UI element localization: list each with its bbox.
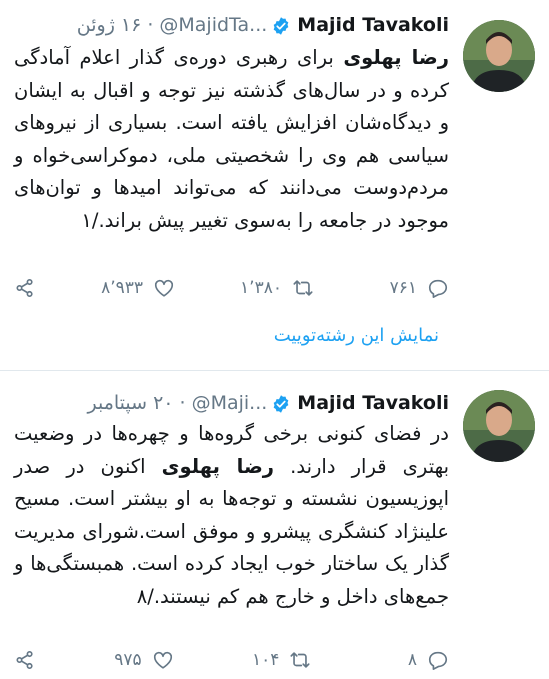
- share-icon: [16, 651, 33, 669]
- mention-name: رضا پهلوی: [343, 46, 449, 69]
- tweet-text: رضا پهلوی برای رهبری دوره‌ی گذار اعلام آ…: [14, 42, 449, 238]
- share-icon: [16, 279, 33, 297]
- header-separator: ·: [147, 14, 154, 36]
- show-thread-link[interactable]: نمایش این رشته‌توییت: [274, 325, 439, 346]
- reply-bubble-icon: [428, 279, 448, 298]
- retweet-button[interactable]: ۱٬۳۸۰: [240, 277, 314, 299]
- retweet-arrows-icon: [290, 652, 310, 668]
- avatar[interactable]: [463, 20, 535, 92]
- like-button[interactable]: ۹۷۵: [104, 649, 174, 671]
- heart-icon: [153, 651, 172, 669]
- tweet-actions: ۷۶۱ ۱٬۳۸۰ ۸٬۹۳۳: [14, 273, 449, 303]
- heart-icon: [154, 279, 174, 297]
- mention-name: رضا پهلوی: [161, 454, 275, 478]
- reply-count: ۸: [407, 650, 417, 670]
- verified-badge-icon: [271, 393, 291, 413]
- reply-button[interactable]: ۷۶۱: [379, 277, 449, 299]
- avatar[interactable]: [463, 390, 535, 462]
- author-handle[interactable]: @MajidTa...: [159, 10, 267, 40]
- tweet-date[interactable]: ۱۶ ژوئن: [77, 10, 142, 40]
- retweet-count: ۱٬۳۸۰: [240, 278, 282, 298]
- tweet-date[interactable]: ۲۰ سپتامبر: [87, 388, 173, 418]
- like-count: ۹۷۵: [114, 650, 142, 670]
- retweet-arrows-icon: [293, 280, 313, 296]
- retweet-button[interactable]: ۱۰۴: [241, 649, 311, 671]
- tweet-text: در فضای کنونی برخی گروه‌ها و چهره‌ها در …: [14, 418, 449, 614]
- author-handle[interactable]: @Maji...: [192, 388, 268, 418]
- reply-count: ۷۶۱: [389, 278, 417, 298]
- like-count: ۸٬۹۳۳: [101, 278, 143, 298]
- reply-bubble-icon: [428, 651, 448, 670]
- tweet-actions: ۸ ۱۰۴ ۹۷۵: [14, 645, 449, 675]
- author-name[interactable]: Majid Tavakoli: [297, 388, 449, 418]
- tweet-card[interactable]: Majid Tavakoli @MajidTa... · ۱۶ ژوئن رضا…: [0, 0, 549, 370]
- like-button[interactable]: ۸٬۹۳۳: [101, 277, 175, 299]
- share-button[interactable]: [14, 649, 36, 671]
- reply-button[interactable]: ۸: [379, 649, 449, 671]
- tweet-text-content: برای رهبری دوره‌ی گذار اعلام آمادگی کرده…: [14, 46, 449, 232]
- tweet-header: Majid Tavakoli @Maji... · ۲۰ سپتامبر: [14, 388, 449, 418]
- tweet-header: Majid Tavakoli @MajidTa... · ۱۶ ژوئن: [14, 10, 449, 40]
- verified-badge-icon: [271, 15, 291, 35]
- share-button[interactable]: [14, 277, 36, 299]
- tweet-card[interactable]: Majid Tavakoli @Maji... · ۲۰ سپتامبر در …: [0, 370, 549, 679]
- author-name[interactable]: Majid Tavakoli: [297, 10, 449, 40]
- header-separator: ·: [179, 392, 186, 414]
- retweet-count: ۱۰۴: [251, 650, 280, 670]
